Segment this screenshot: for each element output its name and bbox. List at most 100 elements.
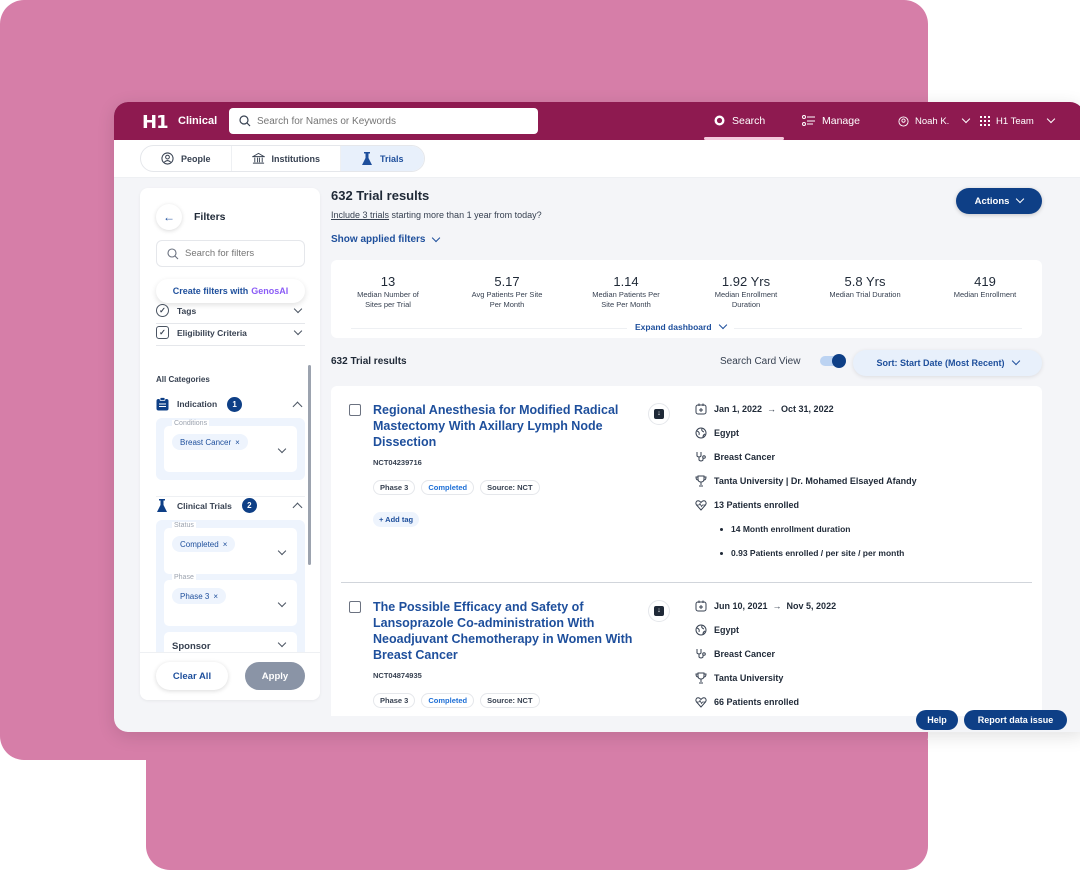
chevron-down-icon [962, 114, 971, 124]
chevron-down-icon[interactable] [277, 546, 287, 556]
user-menu[interactable]: Noah K. [898, 102, 971, 140]
filter-chip: Completed × [172, 536, 236, 552]
sponsor-label: Sponsor [172, 640, 211, 652]
clear-all-button[interactable]: Clear All [156, 662, 228, 690]
tab-trials[interactable]: Trials [341, 146, 424, 171]
stat-value: 13 [380, 274, 396, 289]
trial-title[interactable]: Regional Anesthesia for Modified Radical… [373, 402, 643, 450]
user-circle-icon [898, 115, 909, 127]
team-menu[interactable]: H1 Team [980, 102, 1056, 140]
filter-search[interactable] [156, 240, 305, 267]
sidebar-scrollbar[interactable] [308, 365, 311, 565]
chevron-down-icon [293, 326, 303, 335]
nav-search[interactable]: Search [714, 102, 765, 140]
tag-icon: ✓ [156, 304, 169, 317]
field-label: Status [172, 522, 196, 529]
filter-row-eligibility[interactable]: ✓ Eligibility Criteria [156, 320, 305, 346]
help-button[interactable]: Help [916, 710, 958, 730]
end-date: Oct 31, 2022 [781, 404, 834, 414]
card-view-toggle[interactable] [820, 354, 846, 368]
trial-checkbox[interactable] [349, 601, 361, 613]
enrolled: 66 Patients enrolled [714, 697, 800, 707]
results-title: 632 Trial results [331, 188, 430, 203]
close-icon[interactable]: × [235, 438, 240, 447]
filter-chip: Breast Cancer × [172, 434, 248, 450]
tab-people[interactable]: People [141, 146, 232, 171]
phase-field[interactable]: Phase Phase 3 × [164, 574, 297, 626]
arrow-left-icon: ← [163, 210, 175, 224]
sort-dropdown[interactable]: Sort: Start Date (Most Recent) [853, 350, 1042, 376]
search-icon [239, 115, 251, 127]
back-button[interactable]: ← [156, 204, 182, 230]
stat-label: Median Trial Duration [829, 290, 901, 299]
actions-button[interactable]: Actions [956, 188, 1042, 214]
h1-logo[interactable]: H1 [142, 112, 169, 133]
include-trials-link[interactable]: Include 3 trials [331, 210, 389, 220]
close-icon[interactable]: × [223, 540, 228, 549]
tab-trials-label: Trials [380, 153, 404, 164]
grid-icon [980, 116, 990, 126]
status-field[interactable]: Status Completed × [164, 522, 297, 574]
global-search[interactable] [229, 108, 538, 134]
stat-label: Median Enrollment Duration [714, 290, 778, 309]
end-date: Nov 5, 2022 [786, 601, 837, 611]
conditions-field[interactable]: Conditions Breast Cancer × [164, 420, 297, 472]
arrow-right-icon: → [772, 601, 782, 611]
entity-tabs-bar: People Institutions Trials [114, 140, 1080, 178]
filter-row-label: Tags [177, 305, 197, 316]
flask-icon [362, 151, 373, 165]
chevron-down-icon[interactable] [277, 444, 287, 454]
download-button[interactable]: ↓ [648, 600, 670, 622]
close-icon[interactable]: × [213, 592, 218, 601]
source-tag: Source: NCT [480, 693, 540, 708]
genos-ai-button[interactable]: Create filters with GenosAI [156, 279, 305, 303]
app-window: H1 Clinical Search Manage Noah K. H1 Tea… [114, 102, 1080, 732]
entity-tabs: People Institutions Trials [140, 145, 425, 172]
card-view-label: Search Card View [720, 356, 801, 367]
search-icon [167, 247, 179, 259]
chevron-up-icon[interactable] [292, 502, 303, 513]
stat-value: 1.14 [613, 274, 639, 289]
download-button[interactable]: ↓ [648, 403, 670, 425]
nav-manage[interactable]: Manage [802, 102, 860, 140]
report-data-issue-button[interactable]: Report data issue [964, 710, 1067, 730]
stat-sites-per-trial: 13 Median Number of Sites per Trial [333, 274, 443, 310]
indication-panel: Conditions Breast Cancer × [156, 418, 305, 480]
category-clinical-trials[interactable]: Clinical Trials 2 [156, 496, 305, 514]
stat-label: Median Enrollment [953, 290, 1017, 299]
trial-title[interactable]: The Possible Efficacy and Safety of Lans… [373, 599, 633, 663]
category-count-badge: 1 [227, 396, 243, 412]
stats-dashboard: 13 Median Number of Sites per Trial 5.17… [331, 260, 1042, 338]
trophy-icon [695, 672, 707, 684]
tab-institutions[interactable]: Institutions [232, 146, 342, 171]
flask-icon [157, 498, 167, 512]
filters-title: Filters [194, 211, 226, 223]
chevron-up-icon[interactable] [292, 401, 303, 411]
stat-value: 5.17 [494, 274, 520, 289]
add-tag-button[interactable]: + Add tag [373, 512, 420, 527]
filter-chip: Phase 3 × [172, 588, 227, 604]
chevron-down-icon [293, 304, 303, 313]
global-search-input[interactable] [257, 115, 517, 127]
calendar-icon [695, 600, 707, 612]
download-icon: ↓ [654, 409, 664, 419]
chevron-down-icon[interactable] [277, 598, 287, 608]
apply-button[interactable]: Apply [245, 662, 305, 690]
stat-value: 1.92 Yrs [721, 274, 771, 289]
category-indication[interactable]: Indication 1 [156, 395, 305, 413]
condition: Breast Cancer [714, 649, 776, 659]
trial-nct-id: NCT04874935 [373, 671, 422, 680]
checkbox-icon: ✓ [156, 326, 169, 339]
show-applied-filters[interactable]: Show applied filters [331, 233, 441, 245]
source-tag: Source: NCT [480, 480, 540, 495]
category-count-badge: 2 [241, 498, 257, 513]
chevron-down-icon [1011, 356, 1020, 366]
trial-checkbox[interactable] [349, 404, 361, 416]
expand-dashboard-button[interactable]: Expand dashboard [627, 320, 734, 332]
clipboard-icon [156, 397, 169, 411]
phase-tag: Phase 3 [373, 480, 416, 495]
filter-search-input[interactable] [185, 248, 295, 259]
institution-icon [251, 152, 265, 164]
search-icon [714, 115, 725, 126]
trial-card: The Possible Efficacy and Safety of Lans… [331, 583, 1042, 716]
